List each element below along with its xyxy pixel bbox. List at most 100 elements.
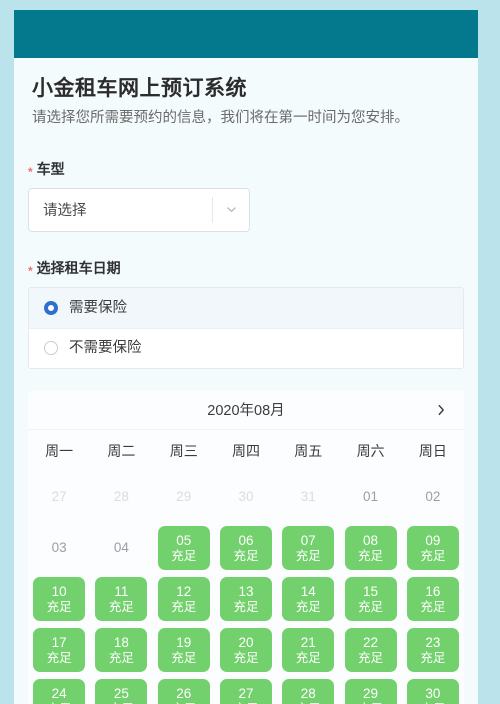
calendar-day-inner: 12 充足 (157, 577, 210, 622)
insurance-radio-group: 需要保险 不需要保险 (28, 286, 464, 369)
calendar-day-inner: 09 充足 (406, 526, 459, 571)
calendar-day-cell: 31 (277, 472, 339, 523)
radio-option-need-insurance[interactable]: 需要保险 (29, 287, 463, 328)
calendar-day-cell[interactable]: 07 充足 (277, 523, 339, 574)
calendar-day-cell[interactable]: 24充足 (28, 676, 90, 704)
calendar-day-cell[interactable]: 29充足 (339, 676, 401, 704)
calendar-day-cell[interactable]: 10 充足 (28, 574, 90, 625)
calendar-day-inner: 24充足 (33, 679, 86, 704)
calendar-day-inner: 03 (33, 526, 85, 570)
calendar-day-number: 28 (113, 489, 129, 505)
calendar-weekday-row: 周一 周二 周三 周四 周五 周六 周日 (28, 430, 464, 472)
calendar-day-cell[interactable]: 13 充足 (215, 574, 277, 625)
calendar-day-cell[interactable]: 17 充足 (28, 625, 90, 676)
calendar-day-number: 25 (113, 685, 129, 701)
calendar-day-number: 12 (176, 583, 192, 599)
required-asterisk-car-type: * (28, 164, 33, 179)
calendar-day-cell[interactable]: 25充足 (90, 676, 152, 704)
calendar-day-cell[interactable]: 22 充足 (339, 625, 401, 676)
calendar-day-number: 30 (425, 685, 441, 701)
calendar-day-status: 充足 (358, 651, 384, 666)
page-title: 小金租车网上预订系统 (32, 77, 247, 100)
calendar-weekday: 周日 (418, 442, 447, 459)
calendar-day-number: 28 (300, 685, 316, 701)
calendar-day-number: 19 (176, 634, 192, 650)
calendar-day-number: 04 (113, 540, 129, 556)
calendar-day-inner: 18 充足 (95, 628, 148, 673)
calendar-day-number: 07 (300, 532, 316, 548)
calendar-day-cell: 28 (90, 472, 152, 523)
car-type-label-row: * 车型 (28, 159, 464, 179)
calendar-day-cell[interactable]: 14 充足 (277, 574, 339, 625)
calendar-day-number: 21 (300, 634, 316, 650)
calendar-day-inner: 26充足 (157, 679, 210, 704)
calendar-day-status: 充足 (233, 600, 259, 615)
radio-option-no-insurance[interactable]: 不需要保险 (29, 327, 463, 368)
calendar-day-cell[interactable]: 15 充足 (339, 574, 401, 625)
calendar-day-cell[interactable]: 12 充足 (153, 574, 215, 625)
calendar-day-number: 16 (425, 583, 441, 599)
calendar-day-inner: 15 充足 (344, 577, 397, 622)
calendar-day-cell[interactable]: 19 充足 (153, 625, 215, 676)
calendar-day-inner: 22 充足 (344, 628, 397, 673)
calendar-day-inner: 27充足 (219, 679, 272, 704)
calendar-day-cell: 04 (90, 523, 152, 574)
chevron-right-icon[interactable] (422, 391, 460, 429)
page-subtitle: 请选择您所需要预约的信息，我们将在第一时间为您安排。 (32, 110, 409, 127)
calendar-weekday: 周二 (107, 442, 136, 459)
calendar-day-status: 充足 (46, 600, 72, 615)
calendar-day-cell[interactable]: 20 充足 (215, 625, 277, 676)
calendar-day-inner: 20 充足 (219, 628, 272, 673)
calendar-day-inner: 01 (345, 475, 397, 519)
calendar-weekday: 周三 (169, 442, 198, 459)
calendar-day-inner: 29 (158, 475, 210, 519)
calendar-day-status: 充足 (233, 651, 259, 666)
calendar-day-inner: 14 充足 (282, 577, 335, 622)
calendar-day-number: 05 (176, 532, 192, 548)
car-type-select[interactable]: 请选择 (28, 187, 250, 232)
calendar-day-status: 充足 (171, 651, 197, 666)
calendar-day-cell[interactable]: 26充足 (153, 676, 215, 704)
calendar-day-number: 06 (238, 532, 254, 548)
calendar-day-cell[interactable]: 08 充足 (339, 523, 401, 574)
calendar-day-cell[interactable]: 16 充足 (402, 574, 464, 625)
rent-date-label: 选择租车日期 (36, 259, 121, 276)
calendar-day-cell: 01 (339, 472, 401, 523)
calendar-day-inner: 02 (407, 475, 459, 519)
booking-card: 小金租车网上预订系统 请选择您所需要预约的信息，我们将在第一时间为您安排。 * … (14, 10, 478, 704)
calendar-day-cell: 29 (153, 472, 215, 523)
calendar-day-number: 27 (51, 489, 67, 505)
radio-option-label: 不需要保险 (69, 340, 142, 356)
calendar-day-status: 充足 (171, 600, 197, 615)
date-calendar: 2020年08月 周一 周二 周三 周四 周五 周六 周日 27 28 29 30 31 01 02 03… (28, 390, 464, 704)
calendar-day-inner: 08 充足 (344, 526, 397, 571)
calendar-day-inner: 04 (95, 526, 147, 570)
calendar-day-inner: 27 (33, 475, 85, 519)
rent-date-label-row: * 选择租车日期 (28, 258, 464, 278)
calendar-day-status: 充足 (420, 549, 446, 564)
calendar-day-cell[interactable]: 06 充足 (215, 523, 277, 574)
calendar-day-number: 13 (238, 583, 254, 599)
calendar-day-number: 27 (238, 685, 254, 701)
calendar-day-cell[interactable]: 21 充足 (277, 625, 339, 676)
calendar-day-number: 08 (363, 532, 379, 548)
calendar-day-cell[interactable]: 28充足 (277, 676, 339, 704)
calendar-day-inner: 30充足 (406, 679, 459, 704)
calendar-day-number: 23 (425, 634, 441, 650)
calendar-day-cell[interactable]: 23 充足 (402, 625, 464, 676)
calendar-day-inner: 05 充足 (157, 526, 210, 571)
calendar-day-inner: 30 (220, 475, 272, 519)
calendar-day-cell[interactable]: 11 充足 (90, 574, 152, 625)
calendar-day-cell[interactable]: 09 充足 (402, 523, 464, 574)
calendar-day-status: 充足 (233, 549, 259, 564)
calendar-header: 2020年08月 (28, 391, 464, 430)
chevron-down-icon[interactable] (213, 203, 249, 216)
calendar-month-title: 2020年08月 (207, 403, 285, 420)
car-type-selected-value: 请选择 (43, 203, 87, 220)
calendar-day-number: 02 (425, 489, 441, 505)
calendar-day-status: 充足 (295, 600, 321, 615)
calendar-day-cell[interactable]: 18 充足 (90, 625, 152, 676)
calendar-day-cell[interactable]: 27充足 (215, 676, 277, 704)
calendar-day-cell[interactable]: 05 充足 (153, 523, 215, 574)
calendar-day-cell[interactable]: 30充足 (402, 676, 464, 704)
